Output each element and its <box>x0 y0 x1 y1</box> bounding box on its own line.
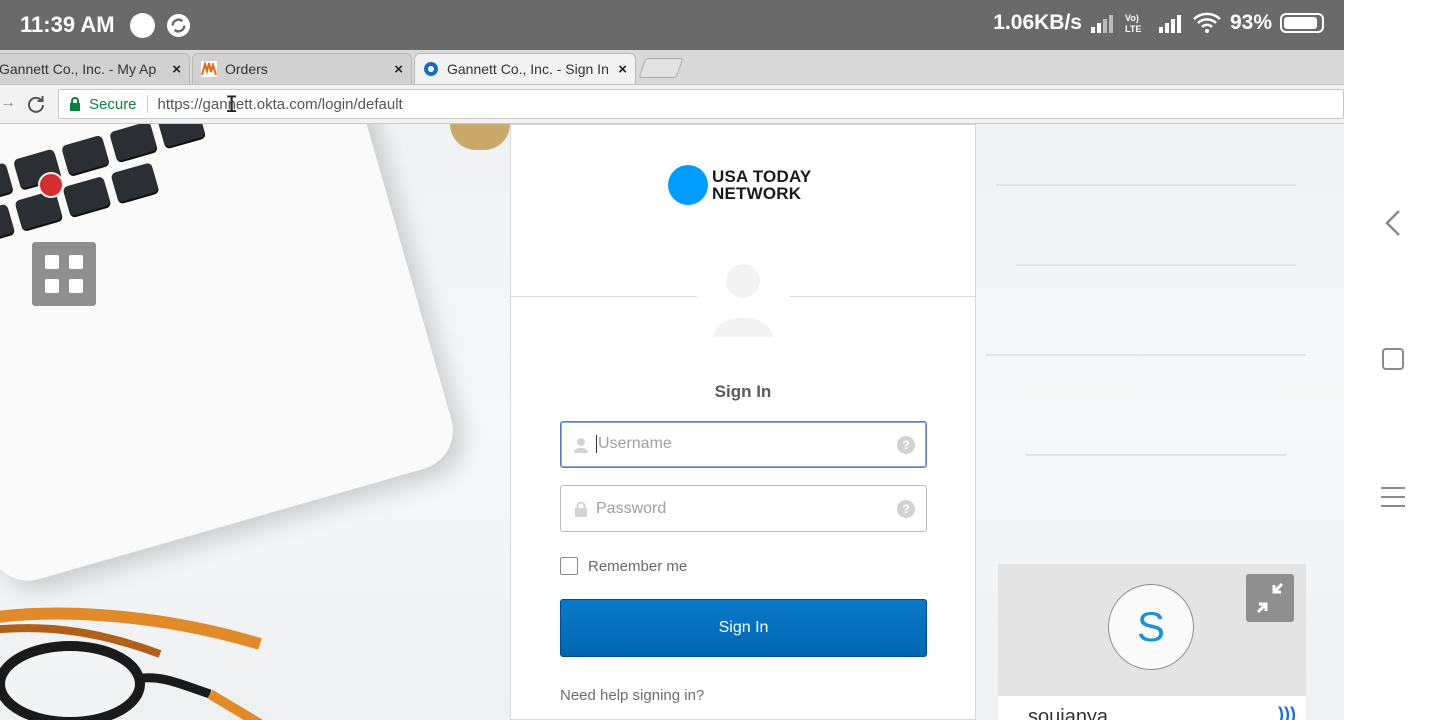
glasses-image <box>0 607 263 720</box>
sign-in-button[interactable]: Sign In <box>560 599 927 657</box>
help-icon[interactable]: ? <box>897 499 915 518</box>
tab-close-icon[interactable]: × <box>394 61 403 78</box>
okta-favicon-icon <box>424 62 438 76</box>
coffee-cup-image <box>450 124 510 150</box>
tab-sign-in[interactable]: Gannett Co., Inc. - Sign In × <box>414 53 636 84</box>
signal-icon <box>1090 15 1113 33</box>
secure-label: Secure <box>89 95 137 113</box>
status-bar: 11:39 AM 1.06KB/s Vo) LTE 93% <box>0 0 1344 50</box>
url-input[interactable]: Secure https://gannett.okta.com/login/de… <box>58 89 1344 119</box>
remember-me-label: Remember me <box>588 557 688 575</box>
brand-line-1: USA TODAY <box>712 167 812 186</box>
lock-icon <box>70 97 80 111</box>
battery-percent: 93% <box>1229 11 1272 34</box>
sign-in-title: Sign In <box>714 382 772 401</box>
orders-favicon-icon <box>201 61 217 77</box>
remember-me-checkbox[interactable] <box>560 557 578 575</box>
tab-orders[interactable]: Orders × <box>192 53 412 84</box>
sign-in-card: USA TODAY NETWORK Sign In Username ? Pas… <box>510 124 976 720</box>
svg-text:LTE: LTE <box>1125 24 1141 34</box>
status-time: 11:39 AM <box>20 12 115 37</box>
home-square-icon[interactable] <box>1382 348 1404 370</box>
widget-username: soujanya <box>1028 706 1109 720</box>
tab-close-icon[interactable]: × <box>618 61 627 78</box>
help-icon[interactable]: ? <box>897 435 915 454</box>
collapse-icon[interactable] <box>1246 574 1294 622</box>
omnibox-divider <box>146 95 148 113</box>
laptop-image <box>0 124 463 591</box>
network-speed: 1.06KB/s <box>993 11 1082 34</box>
browser-tab-strip: Gannett Co., Inc. - My Ap × Orders × Gan… <box>0 50 1344 85</box>
floating-user-widget[interactable]: S soujanya ))) <box>998 564 1306 720</box>
brand-logo: USA TODAY NETWORK <box>668 165 811 205</box>
signal-icon-2 <box>1158 15 1181 33</box>
tab-close-icon[interactable]: × <box>172 61 181 78</box>
red-button-image <box>38 172 64 198</box>
password-placeholder: Password <box>596 499 667 517</box>
back-icon[interactable] <box>1384 208 1402 238</box>
url-text: https://gannett.okta.com/login/default <box>157 95 403 113</box>
remember-me-row[interactable]: Remember me <box>560 557 687 575</box>
tab-my-apps[interactable]: Gannett Co., Inc. - My Ap × <box>0 53 190 84</box>
new-tab-button[interactable] <box>638 58 684 78</box>
svg-text:Vo): Vo) <box>1125 13 1139 23</box>
notification-dot-icon <box>130 13 155 38</box>
wifi-icon <box>1193 12 1221 33</box>
user-initial-avatar: S <box>1108 584 1194 670</box>
username-placeholder: Username <box>598 435 672 453</box>
password-field[interactable]: Password ? <box>560 485 927 532</box>
username-field[interactable]: Username ? <box>560 421 927 468</box>
menu-icon[interactable] <box>1381 486 1405 508</box>
address-bar: → Secure https://gannett.okta.com/login/… <box>0 85 1344 124</box>
need-help-link[interactable]: Need help signing in? <box>560 687 704 704</box>
android-nav-bar <box>1344 0 1440 720</box>
forward-icon[interactable]: → <box>0 94 16 112</box>
user-avatar-icon <box>697 247 789 343</box>
sync-icon <box>166 13 191 38</box>
user-icon <box>574 437 588 453</box>
reload-icon[interactable] <box>26 94 46 114</box>
text-cursor-icon: I <box>225 93 239 118</box>
audio-wave-icon: ))) <box>1278 704 1296 720</box>
apps-grid-icon[interactable] <box>32 242 96 306</box>
brand-dot-icon <box>668 165 708 205</box>
brand-line-2: NETWORK <box>712 184 802 203</box>
lock-icon <box>575 501 587 517</box>
battery-icon <box>1280 13 1324 33</box>
background-desk-left <box>0 124 510 720</box>
volte-icon: Vo) LTE <box>1125 13 1141 34</box>
